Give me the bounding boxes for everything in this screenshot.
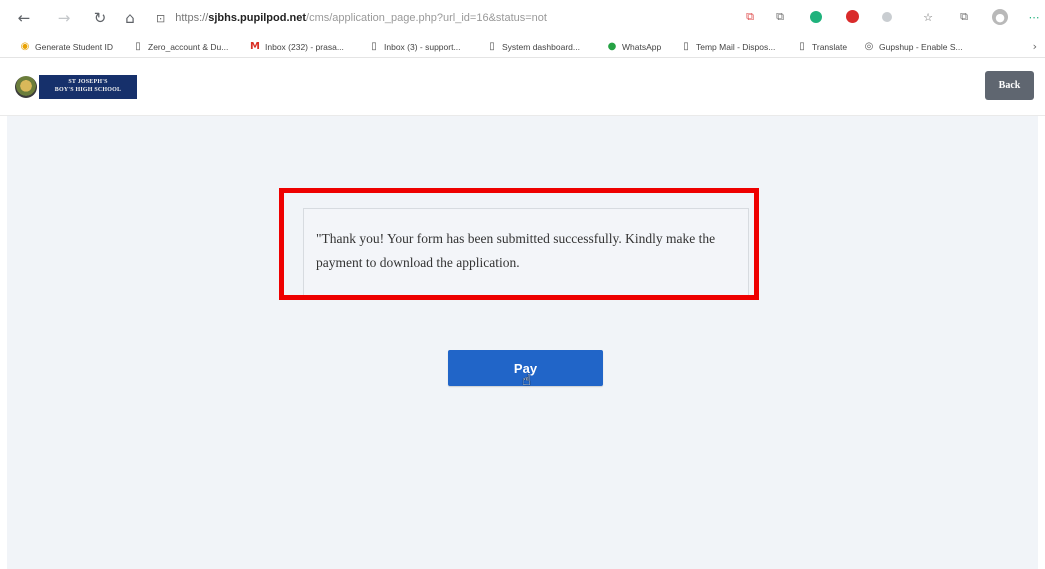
bookmark-generate-student-id[interactable]: ◉ Generate Student ID bbox=[20, 40, 113, 54]
school-logo[interactable]: ST JOSEPH'S BOY'S HIGH SCHOOL bbox=[15, 74, 137, 100]
profile-icon[interactable]: ● bbox=[992, 9, 1008, 25]
page-info-icon[interactable]: ⊡ bbox=[156, 12, 165, 25]
translate-alt-icon[interactable]: ⧉ bbox=[772, 9, 788, 25]
bookmark-label: Inbox (3) - support... bbox=[384, 42, 461, 52]
collections-icon[interactable]: ⧉ bbox=[956, 9, 972, 25]
reload-icon[interactable]: ↻ bbox=[90, 8, 110, 28]
page-icon: ▯ bbox=[135, 41, 141, 52]
url-path: /cms/application_page.php?url_id=16&stat… bbox=[306, 12, 547, 24]
url-protocol: https:// bbox=[175, 12, 209, 24]
address-bar[interactable]: ⊡ https:// sjbhs.pupilpod.net /cms/appli… bbox=[156, 7, 726, 29]
bookmark-temp-mail[interactable]: ▯ Temp Mail - Dispos... bbox=[681, 40, 775, 54]
browser-menu-icon[interactable]: ⋯ bbox=[1026, 9, 1042, 25]
translate-icon[interactable]: ⧉ bbox=[742, 9, 758, 25]
bookmark-inbox-support[interactable]: ▯ Inbox (3) - support... bbox=[369, 40, 461, 54]
bookmark-gmail-inbox[interactable]: M Inbox (232) - prasa... bbox=[250, 40, 344, 54]
bookmark-label: Temp Mail - Dispos... bbox=[696, 42, 776, 52]
bookmark-label: Zero_account & Du... bbox=[148, 42, 229, 52]
url-host: sjbhs.pupilpod.net bbox=[208, 12, 307, 24]
page-icon: ▯ bbox=[799, 41, 805, 52]
back-button[interactable]: Back bbox=[985, 71, 1034, 100]
whatsapp-icon: ● bbox=[607, 41, 617, 52]
bookmarks-bar: ◉ Generate Student ID ▯ Zero_account & D… bbox=[0, 36, 1045, 58]
school-name-banner: ST JOSEPH'S BOY'S HIGH SCHOOL bbox=[39, 75, 137, 99]
red-stop-icon[interactable] bbox=[846, 10, 859, 23]
bookmark-label: Gupshup - Enable S... bbox=[879, 42, 963, 52]
grey-dot-icon[interactable] bbox=[882, 12, 892, 22]
bookmark-system-dashboard[interactable]: ▯ System dashboard... bbox=[487, 40, 580, 54]
school-name-line2: BOY'S HIGH SCHOOL bbox=[54, 87, 122, 93]
bookmark-label: System dashboard... bbox=[502, 42, 580, 52]
bookmark-favicon-icon: ◉ bbox=[20, 41, 30, 52]
chevron-right-icon[interactable]: › bbox=[1033, 40, 1037, 53]
school-crest-icon bbox=[15, 76, 37, 98]
highlight-annotation bbox=[279, 188, 759, 300]
bookmark-zero-account[interactable]: ▯ Zero_account & Du... bbox=[133, 40, 228, 54]
hand-cursor-icon: ☝ bbox=[522, 371, 532, 389]
bookmark-gupshup[interactable]: ◎ Gupshup - Enable S... bbox=[864, 40, 963, 54]
bookmark-label: WhatsApp bbox=[622, 42, 662, 52]
browser-toolbar: ← → ↻ ⌂ ⊡ https:// sjbhs.pupilpod.net /c… bbox=[0, 0, 1045, 36]
site-header: ST JOSEPH'S BOY'S HIGH SCHOOL Back bbox=[0, 59, 1045, 116]
home-icon[interactable]: ⌂ bbox=[120, 8, 140, 28]
forward-arrow-icon[interactable]: → bbox=[54, 8, 74, 28]
school-name-line1: ST JOSEPH'S bbox=[68, 79, 108, 85]
page-icon: ▯ bbox=[683, 41, 689, 52]
bookmark-label: Generate Student ID bbox=[35, 42, 113, 52]
bookmark-translate[interactable]: ▯ Translate bbox=[797, 40, 847, 54]
main-content: "Thank you! Your form has been submitted… bbox=[7, 116, 1038, 569]
back-arrow-icon[interactable]: ← bbox=[14, 8, 34, 28]
globe-icon: ◎ bbox=[864, 41, 874, 52]
gmail-icon: M bbox=[250, 41, 260, 52]
page-icon: ▯ bbox=[489, 41, 495, 52]
bookmark-label: Translate bbox=[812, 42, 848, 52]
bookmark-label: Inbox (232) - prasa... bbox=[265, 42, 344, 52]
green-dot-icon[interactable] bbox=[810, 11, 822, 23]
page-icon: ▯ bbox=[371, 41, 377, 52]
bookmark-whatsapp[interactable]: ● WhatsApp bbox=[607, 40, 662, 54]
star-icon[interactable]: ☆ bbox=[920, 9, 936, 25]
